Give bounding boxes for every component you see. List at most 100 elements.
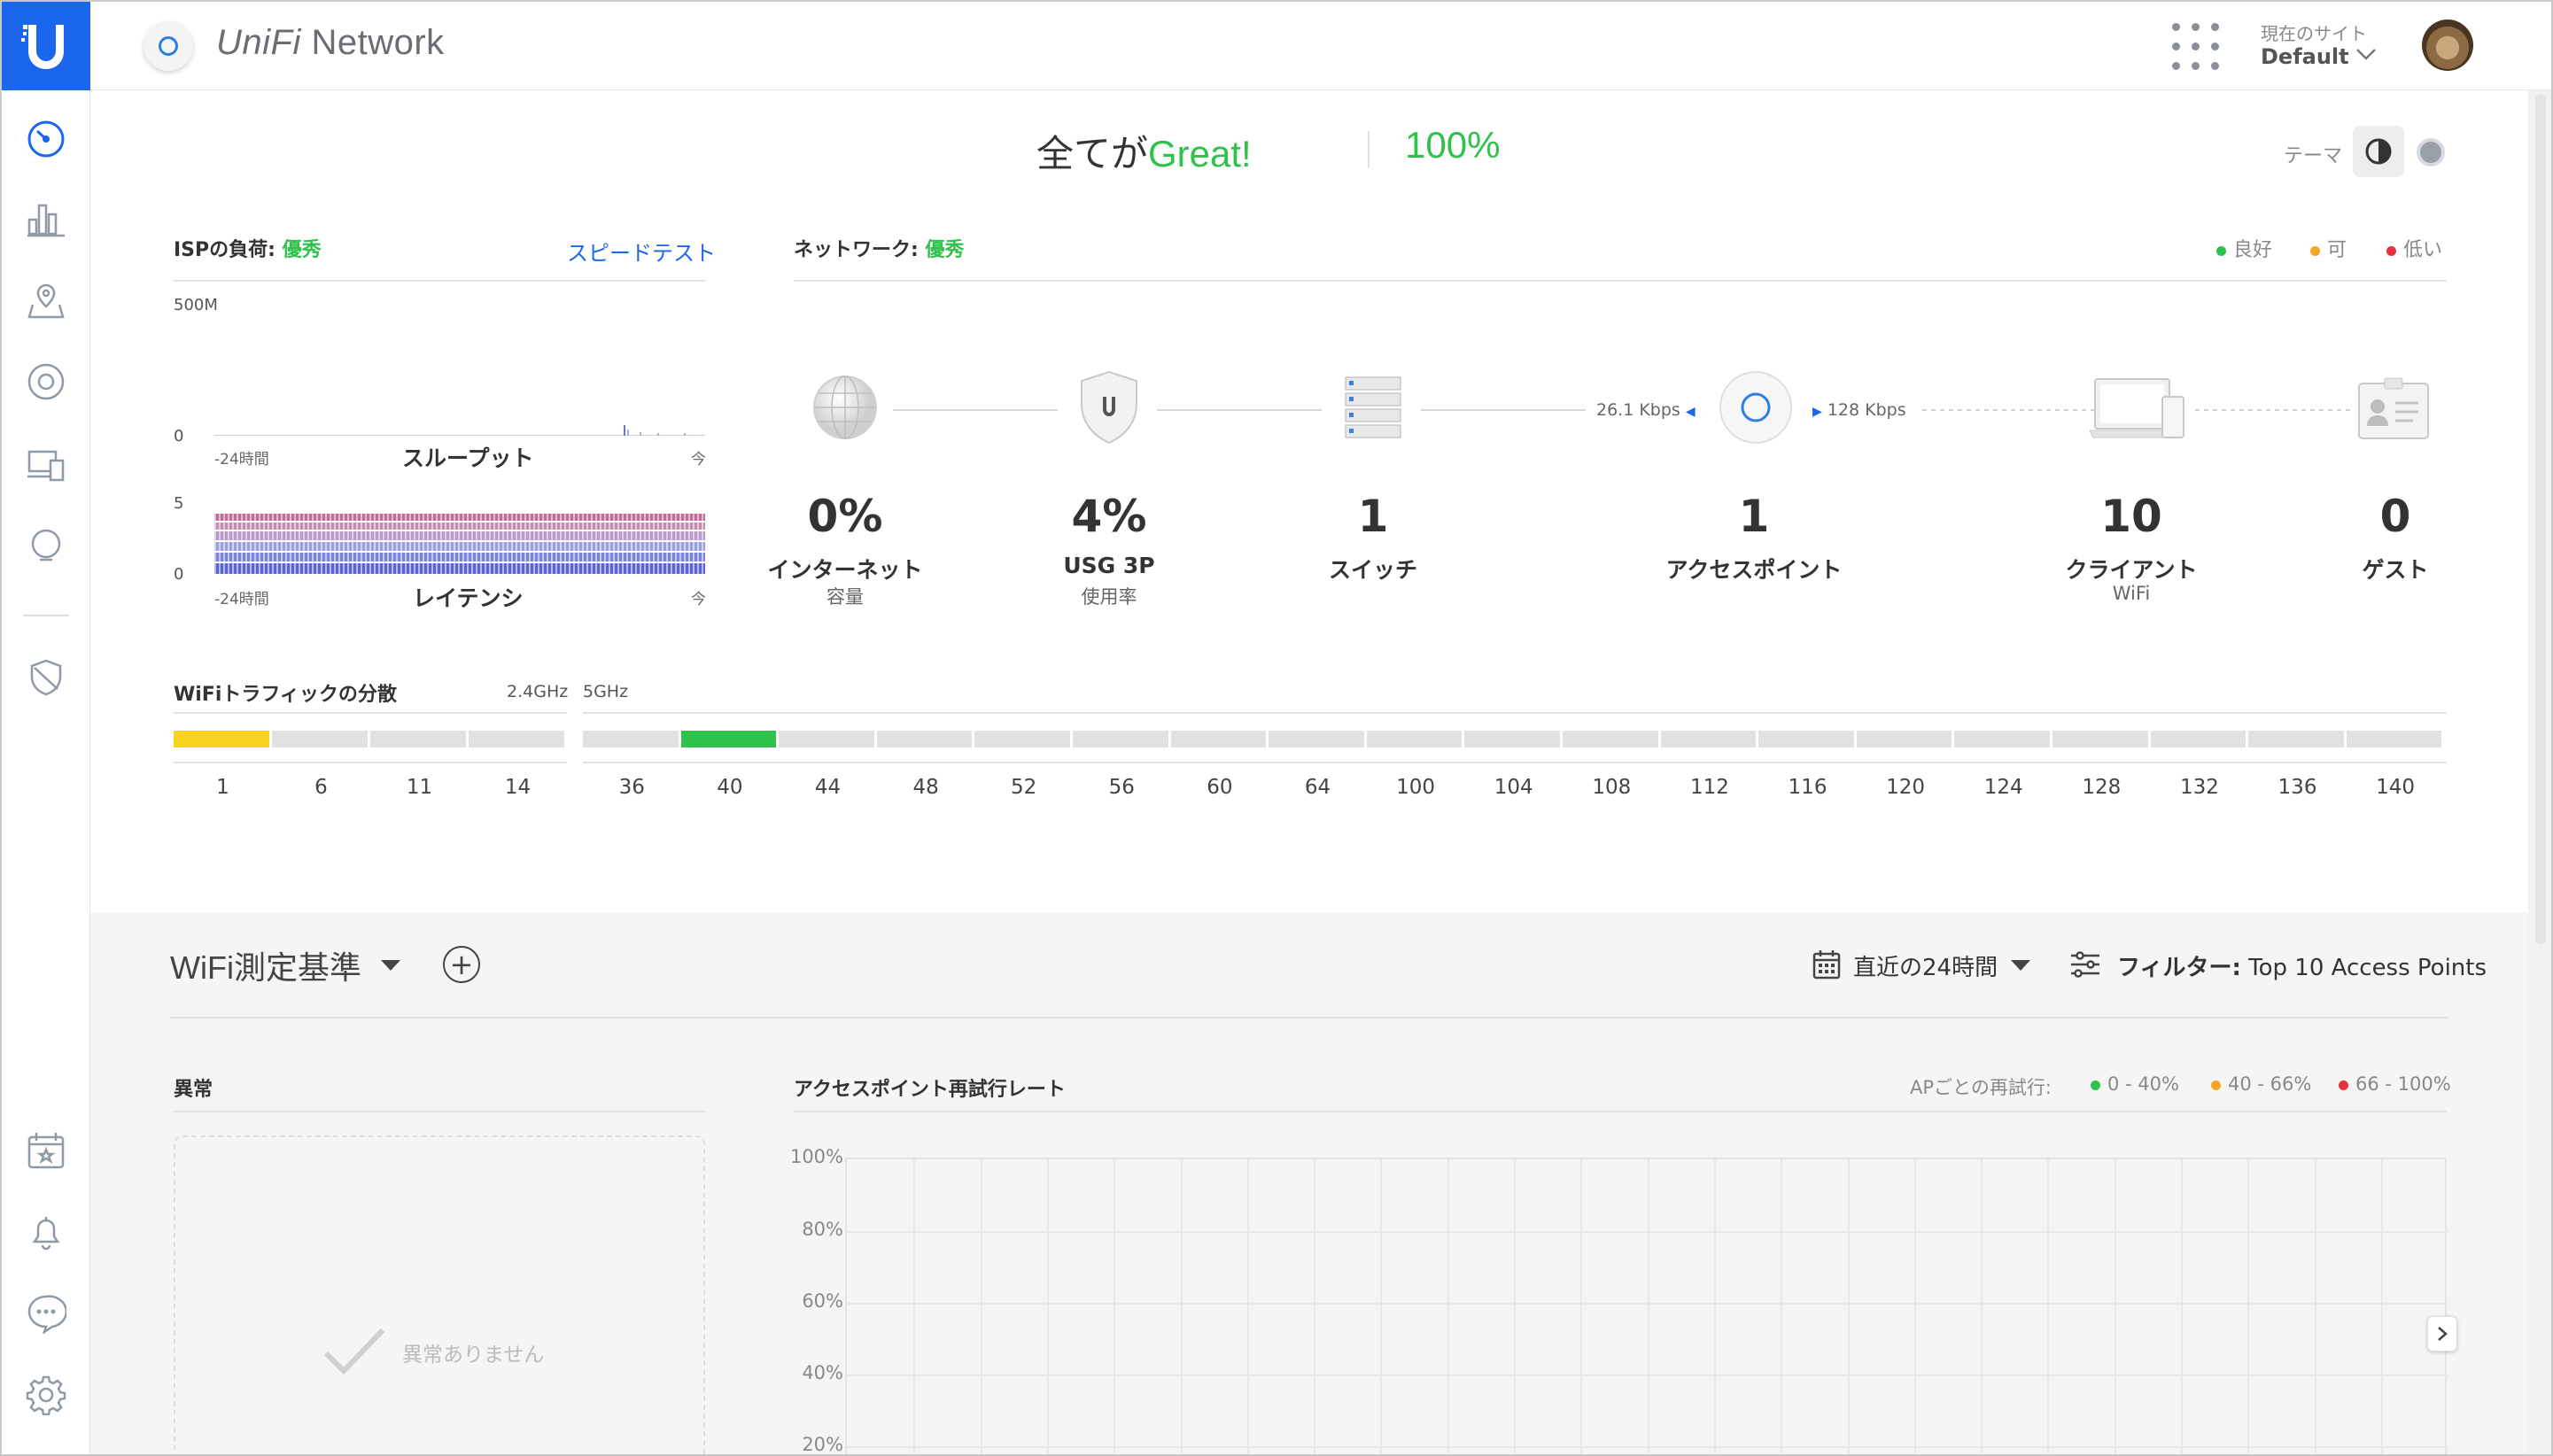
chat-icon[interactable] bbox=[24, 1291, 68, 1336]
grid-line bbox=[1447, 1159, 1449, 1454]
scrollbar-thumb[interactable] bbox=[2535, 94, 2546, 944]
alerts-bell-icon[interactable] bbox=[24, 1210, 68, 1254]
usg-gateway-icon[interactable] bbox=[1074, 368, 1145, 446]
grid-line bbox=[1981, 1159, 1983, 1454]
band-5-channel-label: 56 bbox=[1108, 776, 1135, 799]
globe-icon[interactable] bbox=[810, 372, 881, 443]
band-5-channel-bar bbox=[1269, 731, 1364, 747]
stat-internet-value: 0% bbox=[807, 491, 883, 542]
grid-line bbox=[2047, 1159, 2050, 1454]
retry-legend-mid: 40 - 66% bbox=[2211, 1073, 2311, 1095]
statistics-icon[interactable] bbox=[24, 197, 68, 241]
ubiquiti-logo-icon[interactable] bbox=[2, 2, 90, 90]
band-5-divider bbox=[583, 712, 2447, 714]
theme-toggle-button[interactable] bbox=[2353, 126, 2404, 177]
band-5-channel-bar bbox=[583, 731, 679, 747]
avatar[interactable] bbox=[2422, 19, 2473, 71]
throughput-ymax: 500M bbox=[174, 296, 218, 314]
latency-ymin: 0 bbox=[174, 565, 184, 584]
wifi-clients-icon[interactable] bbox=[2089, 374, 2188, 445]
grid-line bbox=[847, 1446, 2448, 1448]
stat-guest-label: ゲスト bbox=[2362, 557, 2429, 583]
band-5-channel-bar bbox=[2346, 731, 2442, 747]
events-calendar-icon[interactable] bbox=[24, 1128, 68, 1173]
throughput-chart bbox=[214, 418, 705, 439]
band-5-channel-label: 140 bbox=[2376, 776, 2416, 799]
grid-line bbox=[847, 1303, 2448, 1305]
band-5-channel-label: 120 bbox=[1886, 776, 1926, 799]
band-24-channel-bar bbox=[469, 731, 564, 747]
grid-line bbox=[2380, 1159, 2383, 1454]
grid-line bbox=[1180, 1159, 1183, 1454]
filter-selector[interactable]: フィルター: Top 10 Access Points bbox=[2117, 949, 2487, 982]
grid-line bbox=[1314, 1159, 1316, 1454]
time-range-selector[interactable]: 直近の24時間 bbox=[1853, 949, 1998, 982]
band-5-channel-label: 116 bbox=[1788, 776, 1827, 799]
shield-icon[interactable] bbox=[24, 655, 68, 700]
chevron-right-icon[interactable] bbox=[2427, 1316, 2457, 1351]
band-5-channel-label: 128 bbox=[2082, 776, 2122, 799]
devices-icon[interactable] bbox=[24, 360, 68, 404]
connector-usg-switch bbox=[1157, 409, 1322, 411]
map-icon[interactable] bbox=[24, 278, 68, 322]
speedtest-link[interactable]: スピードテスト bbox=[567, 236, 716, 267]
app-window: UniFi Network 現在のサイト Default 全てがGreat! 1… bbox=[0, 0, 2553, 1456]
retry-divider bbox=[794, 1111, 2447, 1112]
site-caption: 現在のサイト bbox=[2261, 23, 2367, 44]
band-24-divider bbox=[174, 712, 567, 714]
theme-label: テーマ bbox=[2284, 145, 2343, 167]
switch-icon[interactable] bbox=[1338, 372, 1408, 446]
retry-rate-plot bbox=[845, 1158, 2448, 1454]
add-metric-button[interactable]: + bbox=[443, 946, 480, 983]
access-point-icon[interactable] bbox=[1717, 368, 1795, 446]
clients-icon[interactable] bbox=[24, 443, 68, 487]
app-grid-icon[interactable] bbox=[2172, 23, 2220, 71]
band-5-channel-bar bbox=[2248, 731, 2344, 747]
retry-legend-low: 0 - 40% bbox=[2091, 1073, 2179, 1095]
insights-icon[interactable] bbox=[24, 524, 68, 569]
grid-line bbox=[1514, 1159, 1516, 1454]
throughput-label: スループット bbox=[402, 445, 534, 471]
guest-badge-icon[interactable] bbox=[2355, 374, 2433, 445]
y-tick-label: 80% bbox=[802, 1219, 843, 1240]
grid-line bbox=[1580, 1159, 1583, 1454]
band-5-channel-bar bbox=[2150, 731, 2246, 747]
retry-legend-caption: APごとの再試行: bbox=[1910, 1077, 2052, 1098]
band-5-channel-label: 36 bbox=[618, 776, 645, 799]
dashboard-icon[interactable] bbox=[24, 117, 68, 161]
settings-gear-icon[interactable] bbox=[24, 1373, 68, 1417]
chevron-down-icon[interactable] bbox=[2355, 46, 2378, 66]
calendar-icon[interactable] bbox=[1812, 949, 1841, 983]
grid-line bbox=[847, 1375, 2448, 1376]
health-percent: 100% bbox=[1405, 124, 1501, 166]
site-selector[interactable]: Default bbox=[2261, 44, 2349, 69]
anomalies-empty-text: 異常ありません bbox=[402, 1344, 545, 1367]
y-tick-label: 60% bbox=[802, 1290, 843, 1312]
caret-down-icon[interactable] bbox=[381, 960, 400, 971]
top-bar: UniFi Network 現在のサイト Default bbox=[90, 2, 2551, 90]
grid-line bbox=[913, 1159, 916, 1454]
throughput-start: -24時間 bbox=[214, 451, 269, 469]
stat-switch-value: 1 bbox=[1357, 491, 1389, 542]
network-title: ネットワーク: 優秀 bbox=[794, 239, 965, 261]
latency-start: -24時間 bbox=[214, 591, 269, 608]
band-5-channel-label: 64 bbox=[1304, 776, 1331, 799]
band-5-channel-label: 40 bbox=[717, 776, 743, 799]
connector-switch-ap bbox=[1421, 409, 1586, 411]
grid-line bbox=[1847, 1159, 1850, 1454]
band-5-channel-bar bbox=[1464, 731, 1560, 747]
band-5-channel-label: 108 bbox=[1592, 776, 1632, 799]
band-24-channel-label: 14 bbox=[504, 776, 532, 799]
caret-down-icon[interactable] bbox=[2011, 960, 2030, 971]
rate-up: ▶ 128 Kbps bbox=[1812, 400, 1906, 420]
band-5-channel-bar bbox=[1856, 731, 1952, 747]
band-5-channel-label: 132 bbox=[2179, 776, 2219, 799]
band-24-bottom bbox=[174, 762, 567, 763]
band-24-channel-label: 6 bbox=[314, 776, 328, 799]
sidebar bbox=[2, 2, 90, 1454]
sidebar-divider bbox=[23, 615, 69, 616]
filter-sliders-icon[interactable] bbox=[2069, 951, 2101, 981]
wifi-metrics-title[interactable]: WiFi測定基準 bbox=[170, 942, 361, 988]
theme-color-button[interactable] bbox=[2417, 138, 2445, 167]
connector-ap-clients bbox=[1922, 409, 2094, 411]
